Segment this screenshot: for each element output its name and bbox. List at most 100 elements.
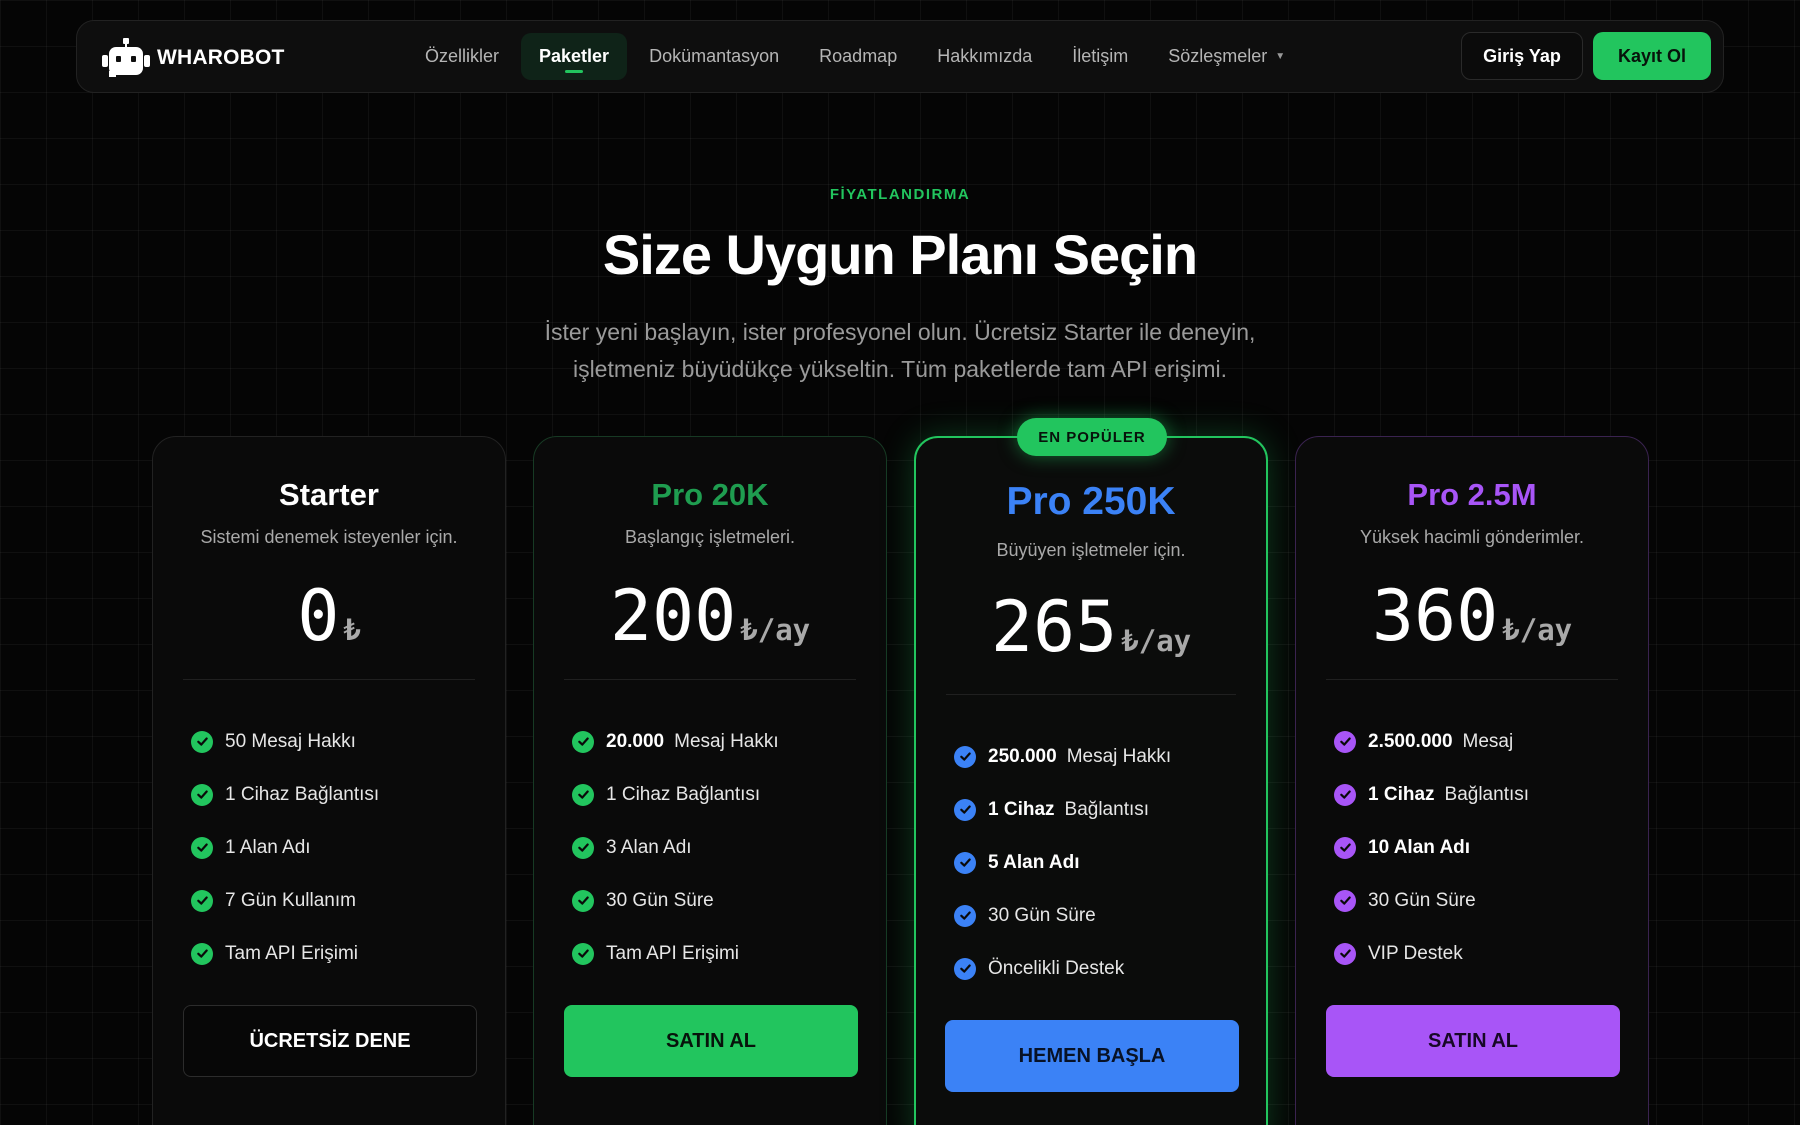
plan-price: 360 ₺/ay [1296, 575, 1648, 657]
feature-highlight: 20.000 [606, 730, 665, 752]
feature-list: 250.000 Mesaj Hakkı 1 Cihaz Bağlantısı 5 A… [954, 730, 1171, 995]
feature-item: Tam API Erişimi [572, 927, 779, 980]
signup-button[interactable]: Kayıt Ol [1593, 32, 1711, 80]
check-circle-icon [191, 836, 213, 859]
chevron-down-icon: ▼ [1275, 51, 1286, 62]
feature-item: 5 Alan Adı [954, 836, 1171, 889]
feature-list: 2.500.000 Mesaj 1 Cihaz Bağlantısı 10 Alan… [1334, 715, 1529, 980]
feature-item: 10 Alan Adı [1334, 821, 1529, 874]
check-circle-icon [1334, 942, 1356, 965]
feature-item: 30 Gün Süre [572, 874, 779, 927]
feature-text: Bağlantısı [1444, 783, 1530, 805]
plan-name: Starter [279, 477, 379, 512]
feature-highlight: 1 Cihaz [988, 798, 1055, 820]
feature-item: 1 Cihaz Bağlantısı [191, 768, 379, 821]
price-unit: ₺/ay [1121, 624, 1192, 658]
check-circle-icon [1334, 836, 1356, 859]
plan-cta-button[interactable]: SATIN AL [1326, 1005, 1620, 1077]
plan-cta-button[interactable]: ÜCRETSİZ DENE [183, 1005, 477, 1077]
brand-name: WHAROBOT [157, 46, 285, 69]
card-divider [183, 679, 475, 680]
price-unit: ₺ [343, 613, 361, 647]
popular-badge: EN POPÜLER [1017, 418, 1167, 456]
feature-text: 50 Mesaj Hakkı [225, 730, 356, 752]
feature-list: 50 Mesaj Hakkı 1 Cihaz Bağlantısı 1 Alan… [191, 715, 379, 980]
card-divider [946, 694, 1236, 695]
brand-logo[interactable]: WHAROBOT [101, 37, 285, 79]
check-circle-icon [572, 783, 594, 806]
plan-description: Büyüyen işletmeler için. [996, 540, 1186, 560]
price-amount: 200 [609, 575, 737, 657]
feature-text: 30 Gün Süre [1368, 889, 1476, 911]
check-circle-icon [572, 942, 594, 965]
check-circle-icon [1334, 783, 1356, 806]
feature-text: 30 Gün Süre [606, 889, 714, 911]
feature-item: 50 Mesaj Hakkı [191, 715, 379, 768]
price-amount: 0 [297, 575, 340, 657]
feature-item: VIP Destek [1334, 927, 1529, 980]
check-circle-icon [1334, 730, 1356, 753]
feature-list: 20.000 Mesaj Hakkı 1 Cihaz Bağlantısı 3 A… [572, 715, 779, 980]
feature-highlight: 250.000 [988, 745, 1057, 767]
check-circle-icon [1334, 889, 1356, 912]
check-circle-icon [191, 889, 213, 912]
nav-item-roadmap[interactable]: Roadmap [801, 33, 915, 80]
plan-description: Başlangıç işletmeleri. [624, 527, 796, 547]
check-circle-icon [954, 798, 976, 821]
subtitle-line-2: işletmeniz büyüdükçe yükseltin. Tüm pake… [572, 356, 1228, 382]
section-eyebrow: FİYATLANDIRMA [829, 186, 971, 203]
nav-item-paketler[interactable]: Paketler [521, 33, 628, 80]
nav-item-sozlesmeler-label: Sözleşmeler [1168, 46, 1268, 66]
nav-item-ozellikler[interactable]: Özellikler [407, 33, 517, 80]
feature-item: 1 Alan Adı [191, 821, 379, 874]
feature-text: 7 Gün Kullanım [225, 889, 356, 911]
plan-name: Pro 250K [1006, 480, 1176, 523]
feature-item: 1 Cihaz Bağlantısı [572, 768, 779, 821]
feature-item: 30 Gün Süre [954, 889, 1171, 942]
feature-highlight: 10 Alan Adı [1368, 836, 1471, 858]
price-unit: ₺/ay [1502, 613, 1573, 647]
feature-item: 20.000 Mesaj Hakkı [572, 715, 779, 768]
login-button[interactable]: Giriş Yap [1461, 32, 1583, 80]
feature-text: Tam API Erişimi [225, 942, 359, 964]
check-circle-icon [954, 851, 976, 874]
plan-description: Yüksek hacimli gönderimler. [1359, 527, 1585, 547]
top-navbar: WHAROBOT Özellikler Paketler Dokümantasy… [76, 20, 1724, 93]
nav-item-iletisim[interactable]: İletişim [1054, 33, 1146, 80]
feature-text: 1 Alan Adı [225, 836, 311, 858]
feature-text: Mesaj Hakkı [1066, 745, 1172, 767]
plan-cta-button[interactable]: HEMEN BAŞLA [945, 1020, 1239, 1092]
plan-card-pro-2-5m: Pro 2.5M Yüksek hacimli gönderimler. 360 ₺… [1295, 436, 1649, 1125]
check-circle-icon [572, 836, 594, 859]
robot-icon [102, 38, 150, 77]
feature-item: 1 Cihaz Bağlantısı [954, 783, 1171, 836]
feature-item: 2.500.000 Mesaj [1334, 715, 1529, 768]
check-circle-icon [191, 942, 213, 965]
price-amount: 265 [990, 586, 1118, 668]
feature-text: Tam API Erişimi [606, 942, 740, 964]
feature-highlight: 2.500.000 [1368, 730, 1453, 752]
main-menu: Özellikler Paketler Dokümantasyon Roadma… [407, 33, 1307, 80]
check-circle-icon [191, 730, 213, 753]
plan-name: Pro 20K [651, 477, 769, 512]
nav-item-sozlesmeler[interactable]: Sözleşmeler ▼ [1150, 33, 1303, 80]
feature-text: 30 Gün Süre [988, 904, 1096, 926]
feature-text: Mesaj [1462, 730, 1514, 752]
feature-highlight: 5 Alan Adı [988, 851, 1080, 873]
plan-cta-button[interactable]: SATIN AL [564, 1005, 858, 1077]
check-circle-icon [572, 889, 594, 912]
feature-item: 1 Cihaz Bağlantısı [1334, 768, 1529, 821]
check-circle-icon [954, 904, 976, 927]
feature-text: 1 Cihaz Bağlantısı [225, 783, 380, 805]
plan-price: 0 ₺ [153, 575, 505, 657]
feature-text: Bağlantısı [1064, 798, 1150, 820]
feature-item: 7 Gün Kullanım [191, 874, 379, 927]
nav-item-hakkimizda[interactable]: Hakkımızda [919, 33, 1050, 80]
feature-item: 30 Gün Süre [1334, 874, 1529, 927]
plan-card-starter: Starter Sistemi denemek isteyenler için. … [152, 436, 506, 1125]
card-divider [564, 679, 856, 680]
price-unit: ₺/ay [740, 613, 811, 647]
plan-name: Pro 2.5M [1407, 477, 1537, 512]
nav-item-dokumantasyon[interactable]: Dokümantasyon [631, 33, 797, 80]
feature-item: Tam API Erişimi [191, 927, 379, 980]
